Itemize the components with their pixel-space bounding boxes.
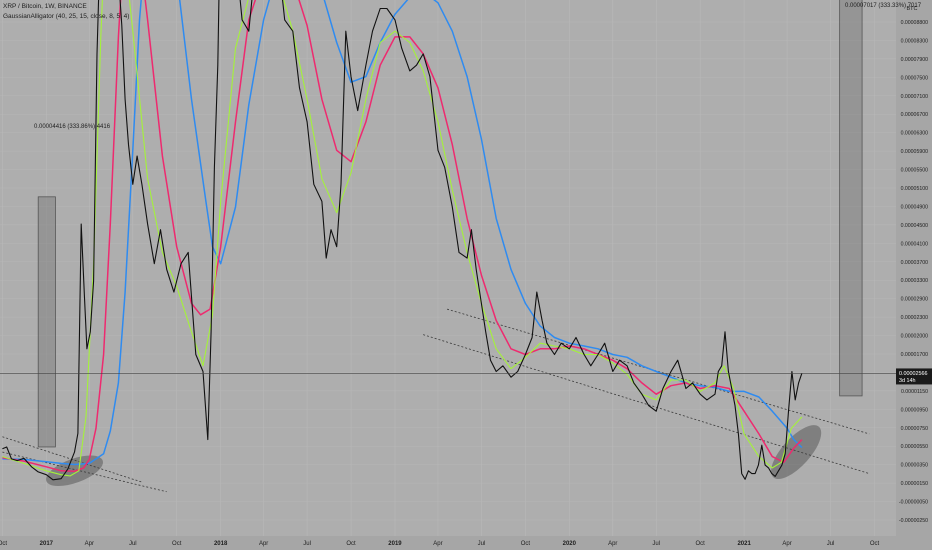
series-lips-line [2, 0, 803, 477]
time-axis-label: Jul [478, 541, 486, 547]
price-axis-label: 0.00005500 [901, 168, 929, 174]
time-axis-label: Oct [696, 541, 706, 547]
measure-label-right: 0.00007017 (333.33%) 7017 [845, 3, 922, 9]
series-teeth-line [2, 0, 803, 473]
last-price-label: 0.00002566 [899, 371, 927, 377]
price-axis-label: 0.00000550 [901, 444, 929, 450]
symbol-title: XRP / Bitcoin, 1W, BINANCE [3, 3, 87, 10]
time-axis-label: Oct [521, 541, 531, 547]
price-axis-label: 0.00000950 [901, 407, 929, 413]
price-axis-label: 0.00006300 [901, 131, 929, 137]
price-axis-label: 0.00002000 [901, 334, 929, 340]
price-axis-label: 0.00007900 [901, 57, 929, 63]
price-axis-label: 0.00002300 [901, 315, 929, 321]
series-jaw-line [2, 0, 803, 466]
time-axis-label: 2019 [388, 541, 402, 547]
price-axis-label: -0.00000250 [899, 518, 928, 524]
time-axis-label: Apr [85, 541, 94, 547]
chart-grid [0, 0, 896, 536]
indicator-legend: GaussianAlligator (40, 25, 15, close, 8,… [3, 13, 130, 20]
price-axis-label: 0.00002900 [901, 297, 929, 303]
price-axis-label: 0.00004500 [901, 223, 929, 229]
price-axis-label: 0.00003300 [901, 278, 929, 284]
price-axis-label: 0.00007100 [901, 94, 929, 100]
series-price-line [2, 0, 803, 481]
price-axis-label: 0.00004100 [901, 241, 929, 247]
price-axis-label: -0.00000050 [899, 500, 928, 506]
time-axis-strip [0, 536, 932, 550]
time-axis-label: 2021 [737, 541, 751, 547]
time-axis-label: Jul [129, 541, 137, 547]
time-axis-label: Apr [259, 541, 268, 547]
price-axis-label: 0.00008300 [901, 38, 929, 44]
time-axis-label: Oct [0, 541, 7, 547]
price-axis-label: 0.00000150 [901, 481, 929, 487]
price-axis-label: 0.00001150 [901, 389, 928, 395]
time-axis-label: Oct [172, 541, 182, 547]
time-axis-label: 2017 [40, 541, 54, 547]
time-axis-label: Apr [608, 541, 617, 547]
time-axis-label: Jul [303, 541, 311, 547]
price-axis-label: 0.00008800 [901, 20, 929, 26]
price-axis-label: 0.00000750 [901, 426, 929, 432]
time-axis-label: Oct [346, 541, 356, 547]
channel-lines [2, 308, 870, 493]
time-axis-label: Apr [782, 541, 791, 547]
countdown-label: 3d 14h [899, 378, 916, 384]
measure-boxes [37, 0, 863, 448]
price-axis-label: 0.00005900 [901, 149, 929, 155]
measure-box-left [37, 196, 56, 448]
time-axis-label: Oct [870, 541, 880, 547]
series-lines [2, 0, 803, 481]
price-axis-label: 0.00001700 [901, 352, 929, 358]
time-axis-label: Jul [827, 541, 835, 547]
price-axis-label: 0.00000350 [901, 463, 929, 469]
time-axis-label: Apr [433, 541, 442, 547]
price-axis-label: 0.00004900 [901, 204, 929, 210]
measure-box-right [839, 0, 863, 397]
price-chart[interactable]: Oct 2017 Apr Jul Oct 2018 Apr Jul Oct 2019 Apr Jul O… [0, 0, 932, 550]
price-axis-label: 0.00003700 [901, 260, 929, 266]
price-axis-label: 0.00007500 [901, 75, 929, 81]
measure-label-left: 0.00004416 (333.86%) 4416 [34, 124, 111, 130]
highlight-ellipses [46, 425, 822, 487]
price-axis-label: 0.00005100 [901, 186, 929, 192]
time-axis-label: 2018 [214, 541, 228, 547]
time-axis-label: 2020 [563, 541, 577, 547]
price-axis-label: 0.00006700 [901, 112, 929, 118]
time-axis-label: Jul [652, 541, 660, 547]
